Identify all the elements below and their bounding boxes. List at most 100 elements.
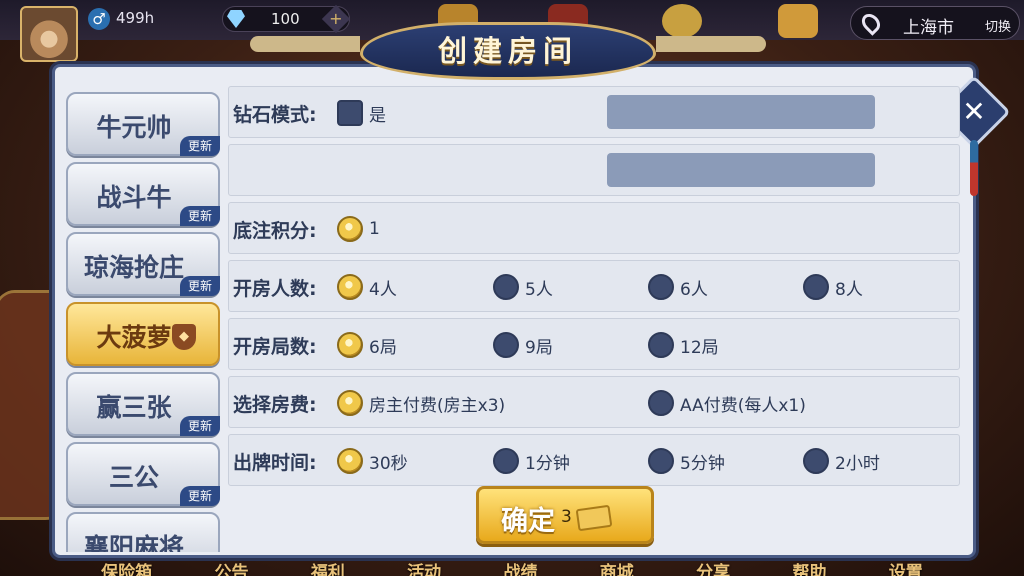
play-time-row: 出牌时间: 30秒 1分钟 5分钟 2小时	[228, 434, 960, 486]
game-item-label: 牛元帅	[96, 113, 172, 142]
players-option[interactable]: 4人	[337, 273, 397, 301]
game-item[interactable]: 牛元帅 更新	[66, 92, 220, 156]
option-label: 4人	[369, 279, 397, 300]
dialog-title-banner: 创建房间	[360, 22, 656, 80]
game-item[interactable]: 琼海抢庄 更新	[66, 232, 220, 296]
location-city: 上海市	[903, 18, 954, 38]
game-item-selected[interactable]: 大菠萝 ◆	[66, 302, 220, 366]
option-label: 6人	[680, 279, 708, 300]
diamond-input-field[interactable]	[607, 95, 875, 129]
radio-selected[interactable]	[337, 390, 363, 416]
diamond-mode-row: 钻石模式: 是	[228, 86, 960, 138]
game-item-label: 襄阳麻将	[83, 533, 184, 552]
extra-input-field[interactable]	[607, 153, 875, 187]
play-time-option[interactable]: 2小时	[803, 447, 880, 475]
radio[interactable]	[648, 390, 674, 416]
play-time-option[interactable]: 5分钟	[648, 447, 725, 475]
checkbox[interactable]	[337, 100, 363, 126]
option-label: 是	[369, 105, 386, 126]
game-item-label: 赢三张	[96, 393, 172, 422]
radio-selected[interactable]	[337, 332, 363, 358]
rounds-option[interactable]: 9局	[493, 331, 553, 359]
bottom-nav-item[interactable]: 分享	[696, 558, 730, 576]
option-label: 1	[369, 219, 380, 239]
mail-icon[interactable]	[778, 4, 818, 38]
game-item-label: 琼海抢庄	[83, 253, 184, 282]
rounds-option[interactable]: 12局	[648, 331, 719, 359]
title-ornament	[250, 36, 360, 52]
radio[interactable]	[803, 274, 829, 300]
game-type-list: 牛元帅 更新 战斗牛 更新 琼海抢庄 更新 大菠萝 ◆ 赢三张 更新 三公 更新…	[64, 80, 222, 552]
bottom-nav-item[interactable]: 保险箱	[101, 558, 152, 576]
update-badge: 更新	[180, 206, 220, 226]
confirm-button[interactable]: 确定 3	[476, 486, 654, 544]
radio[interactable]	[493, 448, 519, 474]
room-card-icon	[575, 504, 613, 532]
option-label: 房主付费(房主x3)	[369, 395, 506, 416]
location-pin-icon	[858, 10, 884, 36]
update-badge: 更新	[180, 276, 220, 296]
option-label: 6局	[369, 337, 397, 358]
extra-option-row	[228, 144, 960, 196]
radio[interactable]	[648, 448, 674, 474]
location-switch-button[interactable]: 切换	[985, 16, 1011, 35]
game-item[interactable]: 襄阳麻将	[66, 512, 220, 552]
confirm-cost: 3	[561, 507, 572, 527]
row-label: 出牌时间:	[233, 452, 317, 474]
radio-selected[interactable]	[337, 216, 363, 242]
players-option[interactable]: 8人	[803, 273, 863, 301]
tassel-ornament	[970, 140, 978, 196]
location-selector[interactable]: 上海市 切换	[850, 6, 1020, 40]
radio[interactable]	[493, 332, 519, 358]
players-option[interactable]: 6人	[648, 273, 708, 301]
coin-count: 499h	[116, 9, 155, 27]
radio-selected[interactable]	[337, 448, 363, 474]
bottom-nav-item[interactable]: 设置	[889, 558, 923, 576]
play-time-option[interactable]: 1分钟	[493, 447, 570, 475]
dialog-title: 创建房间	[437, 34, 578, 68]
bottom-nav-item[interactable]: 公告	[214, 558, 248, 576]
title-ornament	[656, 36, 766, 52]
confirm-label: 确定	[501, 506, 555, 537]
game-item[interactable]: 战斗牛 更新	[66, 162, 220, 226]
radio[interactable]	[648, 332, 674, 358]
avatar[interactable]	[20, 6, 78, 62]
play-time-option[interactable]: 30秒	[337, 447, 408, 475]
bottom-nav-item[interactable]: 活动	[407, 558, 441, 576]
option-label: 5分钟	[680, 453, 725, 474]
option-label: 30秒	[369, 453, 408, 474]
row-label: 开房局数:	[233, 336, 317, 358]
radio[interactable]	[493, 274, 519, 300]
players-option[interactable]: 5人	[493, 273, 553, 301]
option-label: 9局	[525, 337, 553, 358]
option-label: 2小时	[835, 453, 880, 474]
update-badge: 更新	[180, 486, 220, 506]
radio[interactable]	[648, 274, 674, 300]
game-item[interactable]: 三公 更新	[66, 442, 220, 506]
fee-option[interactable]: 房主付费(房主x3)	[337, 389, 505, 417]
bottom-nav-item[interactable]: 帮助	[792, 558, 826, 576]
update-badge: 更新	[180, 136, 220, 156]
bottom-nav-item[interactable]: 商城	[600, 558, 634, 576]
row-label: 底注积分:	[233, 220, 317, 242]
game-item-label: 战斗牛	[96, 183, 172, 212]
row-label: 开房人数:	[233, 278, 317, 300]
base-score-option[interactable]: 1	[337, 215, 380, 243]
radio-selected[interactable]	[337, 274, 363, 300]
game-item[interactable]: 赢三张 更新	[66, 372, 220, 436]
fee-option[interactable]: AA付费(每人x1)	[648, 389, 806, 417]
diamond-mode-checkbox[interactable]: 是	[337, 99, 386, 127]
add-diamond-button[interactable]: +	[321, 4, 351, 34]
chat-icon[interactable]	[662, 4, 702, 38]
radio[interactable]	[803, 448, 829, 474]
diamond-icon	[227, 10, 245, 28]
bottom-nav-item[interactable]: 战绩	[503, 558, 537, 576]
shield-icon: ◆	[172, 324, 196, 350]
update-badge: 更新	[180, 416, 220, 436]
rounds-option[interactable]: 6局	[337, 331, 397, 359]
option-label: AA付费(每人x1)	[680, 395, 806, 416]
option-label: 1分钟	[525, 453, 570, 474]
bottom-nav-item[interactable]: 福利	[311, 558, 345, 576]
gender-icon: ♂	[88, 8, 110, 30]
diamond-balance: 100 +	[222, 4, 351, 34]
